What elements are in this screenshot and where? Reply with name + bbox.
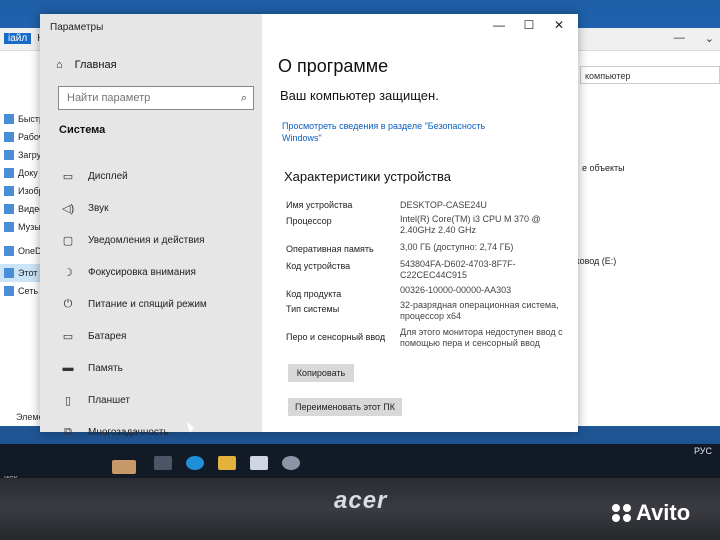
menu-label: Питание и спящий режим — [88, 298, 207, 310]
copy-button[interactable]: Копировать — [288, 364, 354, 382]
menu-label: Батарея — [88, 330, 127, 342]
notifications-icon: ▢ — [62, 234, 74, 247]
spec-label: Перо и сенсорный ввод — [286, 332, 386, 342]
protection-status: Ваш компьютер защищен. — [280, 88, 439, 103]
avito-text: Avito — [636, 500, 691, 525]
network-icon — [4, 286, 14, 296]
power-icon: ⏻ — [63, 297, 73, 310]
spec-value: 00326-10000-00000-AA303 — [400, 285, 512, 295]
nav-label: Доку — [18, 168, 38, 178]
spec-value: Intel(R) Core(TM) i3 CPU M 370 @ 2.40GHz… — [400, 214, 541, 235]
home-icon: ⌂ — [56, 59, 63, 71]
mail-icon[interactable] — [250, 456, 268, 470]
explorer-window-controls: — ⌄ — [674, 32, 714, 45]
nav-label: Загру — [18, 150, 42, 160]
nav-label: Музы — [18, 222, 41, 232]
search-icon[interactable]: ⌕ — [241, 92, 247, 105]
menu-label: Планшет — [88, 394, 130, 406]
menu-item-display[interactable]: ▭ Дисплей — [62, 160, 207, 192]
star-icon — [4, 114, 14, 124]
menu-item-focus-assist[interactable]: ☽ Фокусировка внимания — [62, 256, 207, 288]
explorer-group-label: е объекты — [582, 163, 625, 173]
spec-value: 3,00 ГБ (доступно: 2,74 ГБ) — [400, 242, 514, 252]
menu-item-power[interactable]: ⏻ Питание и спящий режим — [62, 288, 207, 320]
spec-label: Код продукта — [286, 289, 342, 299]
computer-icon — [4, 268, 14, 278]
menu-label: Уведомления и действия — [88, 234, 205, 246]
video-icon — [4, 204, 14, 214]
menu-item-tablet[interactable]: ▯ Планшет — [62, 384, 207, 416]
download-icon — [4, 150, 14, 160]
music-icon — [4, 222, 14, 232]
file-explorer-icon[interactable] — [218, 456, 236, 470]
settings-sidebar: Параметры ⌂ Главная ⌕ Система ▭ Дисплей ◁… — [40, 14, 262, 438]
spec-value: 543804FA-D602-4703-8F7F-C22CEC44C915 — [400, 259, 516, 280]
storage-icon: ▬ — [62, 362, 74, 374]
spec-label: Процессор — [286, 216, 332, 226]
tablet-icon: ▯ — [64, 394, 72, 407]
wallpaper-animal-icon — [112, 460, 136, 474]
spec-label: Код устройства — [286, 261, 351, 271]
search-box[interactable]: ⌕ — [58, 86, 254, 110]
explorer-chevron-icon[interactable]: ⌄ — [705, 32, 714, 45]
battery-icon: ▭ — [62, 330, 74, 343]
avito-dots-icon — [612, 504, 632, 522]
multitasking-icon: ⧉ — [64, 425, 72, 438]
spec-value: DESKTOP-CASE24U — [400, 200, 487, 210]
security-link[interactable]: Просмотреть сведения в разделе "Безопасн… — [282, 120, 512, 144]
spec-label: Имя устройства — [286, 200, 353, 210]
avito-watermark: Avito — [612, 500, 690, 526]
taskbar — [0, 444, 720, 478]
menu-label: Память — [88, 362, 123, 374]
settings-content: О программе Ваш компьютер защищен. Просм… — [262, 14, 578, 432]
speaker-icon: ◁) — [62, 202, 75, 215]
edge-browser-icon[interactable] — [186, 456, 204, 470]
laptop-brand-logo: acer — [334, 487, 388, 514]
document-icon — [4, 168, 14, 178]
language-indicator[interactable]: РУС — [694, 446, 712, 456]
spec-label: Тип системы — [286, 304, 340, 314]
menu-label: Звук — [88, 202, 109, 214]
laptop-screen: iaйл Ко — ⌄ компьютер Быстры Рабоч Загру… — [0, 0, 720, 478]
home-link[interactable]: ⌂ Главная — [56, 59, 117, 71]
settings-gear-icon[interactable] — [282, 456, 300, 470]
monitor-icon: ▭ — [62, 170, 74, 183]
search-input[interactable] — [65, 91, 229, 105]
rename-pc-button[interactable]: Переименовать этот ПК — [288, 398, 402, 416]
settings-menu: ▭ Дисплей ◁) Звук ▢ Уведомления и действия … — [62, 160, 207, 448]
device-specs-heading: Характеристики устройства — [284, 169, 451, 184]
nav-label: Сеть — [18, 286, 39, 296]
explorer-minimize-button[interactable]: — — [674, 32, 685, 45]
window-title: Параметры — [50, 22, 104, 33]
picture-icon — [4, 186, 14, 196]
menu-item-storage[interactable]: ▬ Память — [62, 352, 207, 384]
menu-label: Многозадачность — [88, 426, 169, 438]
explorer-address-bar[interactable]: компьютер — [580, 66, 720, 84]
desktop-icon — [4, 132, 14, 142]
page-title: О программе — [278, 56, 389, 76]
moon-icon: ☽ — [63, 266, 73, 279]
menu-label: Фокусировка внимания — [88, 266, 196, 278]
section-heading: Система — [59, 124, 106, 136]
menu-item-notifications[interactable]: ▢ Уведомления и действия — [62, 224, 207, 256]
explorer-tab-file[interactable]: iaйл — [4, 33, 32, 44]
spec-value: Для этого монитора недоступен ввод с пом… — [400, 327, 563, 348]
home-label: Главная — [74, 59, 117, 71]
menu-item-battery[interactable]: ▭ Батарея — [62, 320, 207, 352]
menu-label: Дисплей — [88, 170, 128, 182]
task-view-icon[interactable] — [154, 456, 172, 470]
cloud-icon — [4, 246, 14, 256]
spec-label: Оперативная память — [286, 244, 374, 254]
spec-value: 32-разрядная операционная система, проце… — [400, 300, 559, 321]
menu-item-sound[interactable]: ◁) Звук — [62, 192, 207, 224]
settings-window: Параметры ⌂ Главная ⌕ Система ▭ Дисплей ◁… — [40, 14, 578, 438]
